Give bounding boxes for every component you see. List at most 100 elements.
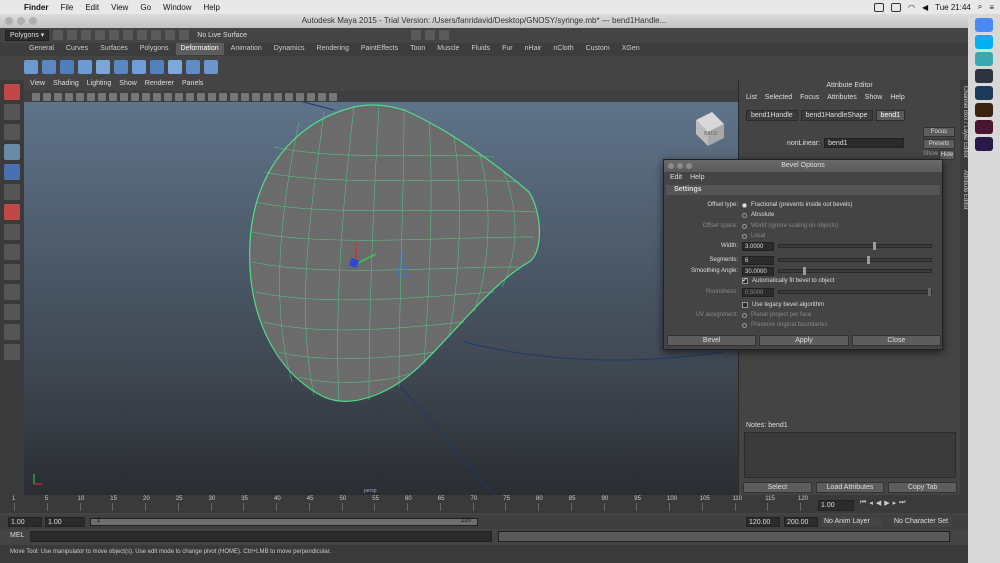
smoothing-angle-slider[interactable]	[778, 267, 932, 275]
xray-icon[interactable]	[274, 92, 282, 101]
shelf-tab-rendering[interactable]: Rendering	[312, 43, 354, 55]
color-management-icon[interactable]	[329, 92, 337, 101]
legacy-bevel-checkbox[interactable]	[742, 302, 748, 308]
wire-deformer-icon[interactable]	[186, 60, 200, 74]
menu-set-dropdown[interactable]: Polygons ▾	[5, 29, 50, 41]
rotate-tool-icon[interactable]	[4, 164, 20, 180]
bevel-button[interactable]: Bevel	[667, 335, 757, 346]
spotlight-icon[interactable]: ⌕	[978, 2, 982, 12]
layout-four-icon[interactable]	[4, 244, 20, 260]
field-chart-icon[interactable]	[120, 92, 128, 101]
textured-icon[interactable]	[186, 92, 194, 101]
play-forward-icon[interactable]: ▶	[884, 499, 889, 507]
range-slider-bar[interactable]: 1 120	[90, 518, 478, 526]
mel-label[interactable]: MEL	[10, 532, 24, 539]
sculpt-deformer-icon[interactable]	[168, 60, 182, 74]
menu-finder[interactable]: Finder	[18, 3, 54, 12]
shelf-tab-fur[interactable]: Fur	[497, 43, 518, 55]
bevel-dialog-minimize-icon[interactable]	[677, 163, 683, 169]
isolate-select-icon[interactable]	[263, 92, 271, 101]
mel-input-field[interactable]	[30, 531, 492, 542]
width-field[interactable]: 3.0000	[742, 241, 774, 251]
xray-joints-icon[interactable]	[285, 92, 293, 101]
menu-help[interactable]: Help	[197, 3, 225, 12]
dock-lightroom-icon[interactable]	[975, 69, 993, 83]
shelf-tab-polygons[interactable]: Polygons	[135, 43, 174, 55]
scale-tool-icon[interactable]	[4, 184, 20, 200]
gamma-icon[interactable]	[307, 92, 315, 101]
lattice-icon[interactable]	[24, 60, 38, 74]
menu-view[interactable]: View	[105, 3, 134, 12]
battery-icon[interactable]	[890, 2, 901, 12]
layout-outliner-icon[interactable]	[4, 264, 20, 280]
cluster-icon[interactable]	[42, 60, 56, 74]
roundness-field[interactable]: 0.5000	[742, 287, 774, 297]
uv-planar-radio[interactable]	[742, 312, 747, 318]
snap-grid-icon[interactable]	[137, 30, 148, 40]
step-back-icon[interactable]: ◂	[869, 499, 873, 507]
perspective-viewport[interactable]: BACK persp	[24, 102, 738, 495]
film-gate-icon[interactable]	[87, 92, 95, 101]
xray-components-icon[interactable]	[296, 92, 304, 101]
open-scene-icon[interactable]	[67, 30, 78, 40]
zoom-window-button[interactable]	[29, 17, 37, 25]
ae-menu-help[interactable]: Help	[890, 92, 904, 104]
viewport-menu-view[interactable]: View	[30, 80, 45, 91]
roundness-slider[interactable]	[778, 288, 932, 296]
bevel-menu-edit[interactable]: Edit	[670, 172, 682, 183]
bevel-menu-help[interactable]: Help	[690, 172, 704, 183]
dock-maya-icon[interactable]	[975, 52, 993, 66]
shelf-tab-nhair[interactable]: nHair	[520, 43, 547, 55]
viewcube[interactable]: BACK	[696, 112, 724, 146]
layout-graph-icon[interactable]	[4, 284, 20, 300]
camera-select-icon[interactable]	[32, 92, 40, 101]
live-surface-label[interactable]: No Live Surface	[197, 32, 247, 39]
smooth-shade-icon[interactable]	[164, 92, 172, 101]
viewport-menu-shading[interactable]: Shading	[53, 80, 79, 91]
menu-window[interactable]: Window	[157, 3, 197, 12]
ae-copy-tab-button[interactable]: Copy Tab	[888, 482, 958, 493]
uv-preserve-radio[interactable]	[742, 322, 747, 328]
wrap-deformer-icon[interactable]	[204, 60, 218, 74]
gate-mask-icon[interactable]	[109, 92, 117, 101]
ae-presets-button[interactable]: Presets	[923, 139, 955, 149]
lights-icon[interactable]	[197, 92, 205, 101]
shelf-tab-ncloth[interactable]: nCloth	[548, 43, 578, 55]
character-set-dropdown[interactable]: No Character Set	[892, 517, 952, 527]
ae-menu-show[interactable]: Show	[865, 92, 883, 104]
grid-icon[interactable]	[76, 92, 84, 101]
shelf-tab-toon[interactable]: Toon	[405, 43, 430, 55]
go-to-start-icon[interactable]: ⏮	[860, 499, 866, 507]
ae-menu-focus[interactable]: Focus	[800, 92, 819, 104]
ae-menu-list[interactable]: List	[746, 92, 757, 104]
width-slider-knob[interactable]	[873, 242, 877, 250]
viewport-canvas[interactable]: BACK persp	[24, 102, 738, 495]
anim-layer-dropdown[interactable]: No Anim Layer	[822, 517, 882, 527]
shelf-tab-painteffects[interactable]: PaintEffects	[356, 43, 403, 55]
range-end-field[interactable]: 120.00	[746, 517, 780, 527]
dock-chrome-icon[interactable]	[975, 18, 993, 32]
viewport-menu-show[interactable]: Show	[119, 80, 137, 91]
image-plane-icon[interactable]	[65, 92, 73, 101]
bevel-dialog-zoom-icon[interactable]	[686, 163, 692, 169]
bevel-dialog-titlebar[interactable]: Bevel Options	[664, 160, 942, 172]
offset-type-absolute-radio[interactable]	[742, 212, 747, 218]
depth-of-field-icon[interactable]	[252, 92, 260, 101]
range-start-field[interactable]: 1.00	[45, 517, 85, 527]
move-tool-icon[interactable]	[4, 144, 20, 160]
snap-point-icon[interactable]	[165, 30, 176, 40]
ipr-render-icon[interactable]	[425, 30, 436, 40]
shadows-icon[interactable]	[208, 92, 216, 101]
wireframe-icon[interactable]	[153, 92, 161, 101]
channel-box-tab[interactable]: Channel Box / Layer Editor	[960, 86, 968, 158]
layout-custom-icon[interactable]	[4, 324, 20, 340]
shelf-tab-xgen[interactable]: XGen	[617, 43, 645, 55]
shelf-tab-curves[interactable]: Curves	[61, 43, 93, 55]
magnet-icon[interactable]	[179, 30, 190, 40]
anim-start-field[interactable]: 1.00	[8, 517, 42, 527]
ae-select-button[interactable]: Select	[743, 482, 812, 493]
go-to-end-icon[interactable]: ⏭	[899, 499, 905, 507]
ae-notes-field[interactable]	[744, 432, 956, 478]
safe-action-icon[interactable]	[131, 92, 139, 101]
shelf-tab-fluids[interactable]: Fluids	[466, 43, 495, 55]
